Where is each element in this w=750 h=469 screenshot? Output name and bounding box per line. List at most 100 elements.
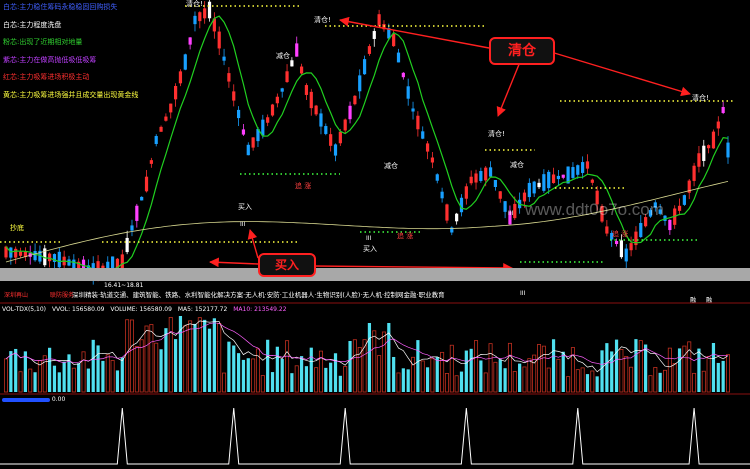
volume-bar	[512, 371, 517, 393]
volume-bar	[644, 344, 648, 392]
volume-bar	[537, 344, 542, 393]
candle-body	[295, 43, 299, 57]
volume-bar	[444, 372, 449, 393]
candle-body	[280, 88, 284, 92]
volume-bar	[188, 320, 193, 393]
volume-bar	[634, 339, 638, 392]
volume-bar	[260, 375, 265, 393]
volume-bar	[401, 368, 405, 392]
candle-body	[159, 126, 163, 132]
volume-bar	[566, 376, 571, 393]
volume-bar	[701, 370, 706, 393]
volume-bar	[81, 351, 86, 393]
volume-bar	[726, 354, 731, 393]
volume-bar	[648, 375, 653, 393]
candle-body	[285, 71, 289, 83]
candle-body	[639, 222, 643, 238]
candle-body	[348, 105, 352, 120]
candle-body	[585, 161, 590, 169]
volume-bar	[125, 319, 130, 393]
volume-bar	[532, 354, 537, 393]
volume-header: VOL-TDX(5,10) VVOL: 156580.09 VOLUME: 15…	[2, 306, 291, 313]
candle-body	[173, 85, 178, 100]
candle-body	[440, 191, 444, 199]
candle-body	[144, 176, 149, 192]
clear-marker: 清仓!	[314, 15, 331, 24]
volume-bar	[309, 347, 313, 392]
volume-bar	[71, 367, 76, 393]
iii-marker: III	[366, 235, 372, 242]
candle-body	[547, 171, 551, 189]
volume-bar	[546, 367, 551, 393]
volume-bar	[575, 369, 580, 393]
vol-indicator: VOL-TDX(5,10)	[2, 306, 47, 313]
volume-bar	[144, 325, 149, 393]
candle-body	[333, 144, 338, 156]
candle-body	[401, 72, 405, 78]
annotation-arrow	[209, 257, 259, 268]
candle-body	[67, 259, 71, 266]
volume-bar	[381, 331, 386, 393]
volume-bar	[212, 318, 216, 392]
volume-bar	[449, 344, 454, 393]
watermark: www.ddt0o7o.com	[525, 200, 664, 219]
iii-marker: III	[508, 210, 514, 217]
volume-bar	[416, 340, 420, 392]
volume-bar	[168, 317, 173, 393]
volume-bar	[600, 350, 604, 392]
candle-body	[445, 204, 449, 221]
candle-body	[425, 143, 430, 152]
candle-body	[57, 251, 61, 268]
buy-callout: 买入	[258, 253, 316, 277]
volume-bar	[469, 348, 473, 392]
candle-body	[232, 91, 236, 101]
iii-marker: III	[520, 290, 526, 297]
legend-item: 白芯:主力稳住筹码永稳稳固回购损失	[3, 3, 118, 11]
vol-ma10: MA10: 213549.22	[233, 306, 287, 313]
legend-item: 粉芯:出现了近期相对地量	[3, 38, 83, 46]
volume-bar	[149, 324, 154, 393]
volume-bar	[406, 369, 410, 392]
candle-body	[430, 157, 435, 163]
volume-bar	[154, 342, 159, 393]
candle-body	[125, 237, 129, 253]
volume-bar	[420, 360, 425, 393]
candle-body	[416, 115, 420, 130]
volume-bar	[33, 372, 37, 392]
candle-body	[367, 46, 372, 54]
volume-bar	[52, 365, 57, 392]
buy-marker: 买入	[363, 245, 377, 253]
volume-bar	[638, 340, 643, 393]
candle-body	[551, 174, 556, 184]
candle-body	[396, 52, 401, 63]
candle-body	[319, 113, 323, 127]
candle-body	[18, 251, 23, 256]
volume-bar	[42, 355, 47, 393]
candle-body	[668, 219, 672, 231]
volume-bar	[96, 345, 100, 392]
candle-body	[178, 71, 183, 84]
candle-body	[241, 129, 246, 135]
volume-bar	[338, 375, 342, 392]
volume-bar	[721, 360, 725, 392]
legend-item: 红芯:主力吸筹进场积极主动	[3, 73, 90, 81]
candle-body	[324, 126, 328, 134]
volume-bar	[595, 376, 599, 392]
candle-body	[576, 165, 580, 175]
candle-body	[711, 131, 716, 149]
clear-marker: 清仓!	[692, 93, 709, 102]
candle-body	[188, 37, 192, 45]
candle-body	[130, 225, 134, 231]
volume-bar	[343, 366, 348, 393]
volume-bar	[183, 325, 188, 393]
volume-bar	[159, 349, 163, 392]
vol-ma5: MA5: 152177.72	[177, 306, 228, 313]
volume-bar	[716, 362, 720, 392]
volume-bar	[207, 328, 212, 392]
candle-body	[251, 137, 255, 148]
candle-body	[716, 121, 720, 129]
annotation-arrow	[550, 51, 691, 97]
volume-bar	[362, 339, 367, 393]
volume-bar	[493, 361, 498, 393]
volume-bar	[682, 345, 687, 393]
